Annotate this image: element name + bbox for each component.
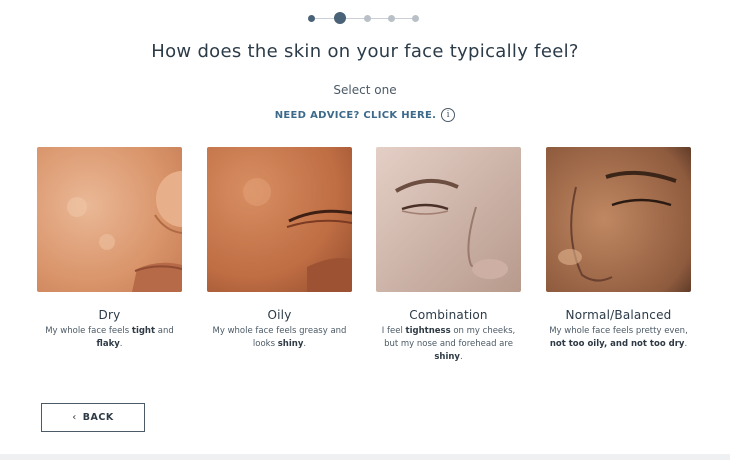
back-button[interactable]: ‹ BACK: [41, 403, 145, 432]
oily-skin-photo: [207, 147, 352, 292]
option-description: My whole face feels tight and flaky.: [45, 326, 174, 349]
back-label: BACK: [82, 412, 114, 423]
step-dot-5: [412, 15, 419, 22]
bottom-divider: [0, 454, 730, 460]
dry-skin-photo: [37, 147, 182, 292]
option-card-oily[interactable]: Oily My whole face feels greasy and look…: [207, 147, 352, 351]
option-title: Oily: [267, 308, 292, 322]
step-dot-2: [334, 12, 346, 24]
info-icon[interactable]: i: [441, 108, 456, 122]
option-description: My whole face feels pretty even, not too…: [549, 326, 688, 349]
normal-skin-photo: [546, 147, 691, 292]
step-dot-3: [364, 15, 371, 22]
select-one-subtitle: Select one: [333, 83, 397, 97]
option-title: Normal/Balanced: [565, 308, 672, 322]
option-description: My whole face feels greasy and looks shi…: [212, 326, 347, 349]
step-dot-1: [308, 15, 315, 22]
need-advice-link[interactable]: NEED ADVICE? CLICK HERE. i: [0, 108, 730, 122]
page-title: How does the skin on your face typically…: [151, 41, 579, 62]
step-dot-4: [388, 15, 395, 22]
combination-skin-photo: [376, 147, 521, 292]
chevron-left-icon: ‹: [72, 412, 77, 423]
option-title: Dry: [98, 308, 121, 322]
option-card-dry[interactable]: Dry My whole face feels tight and flaky.: [37, 147, 182, 351]
need-advice-label: NEED ADVICE? CLICK HERE.: [274, 110, 437, 121]
progress-stepper: [304, 12, 420, 26]
option-card-combination[interactable]: Combination I feel tightness on my cheek…: [376, 147, 521, 364]
option-title: Combination: [409, 308, 488, 322]
option-card-normal-balanced[interactable]: Normal/Balanced My whole face feels pret…: [546, 147, 691, 351]
option-description: I feel tightness on my cheeks, but my no…: [381, 326, 516, 362]
